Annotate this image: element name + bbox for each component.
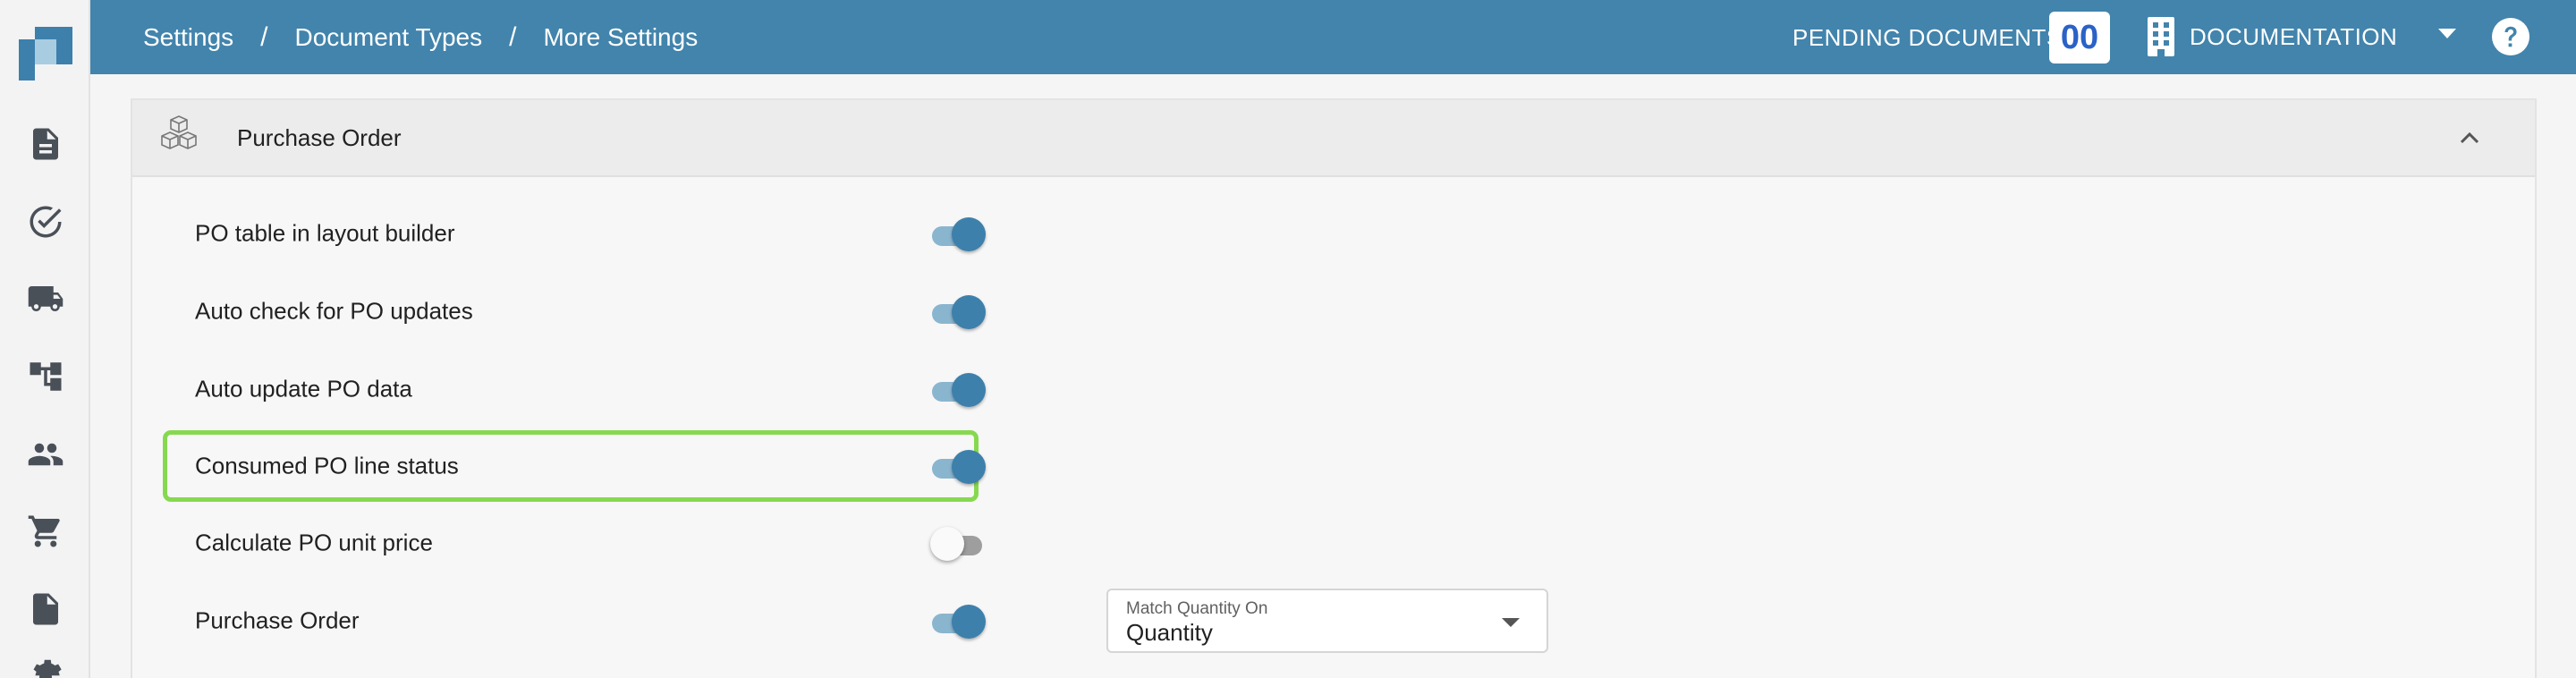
panel-title: Purchase Order (237, 124, 402, 151)
setting-row-calculate-price: Calculate PO unit price (166, 512, 982, 574)
breadcrumb-settings[interactable]: Settings (143, 23, 233, 52)
setting-label: Consumed PO line status (195, 452, 459, 479)
invoice-icon[interactable] (25, 589, 66, 630)
dropdown-arrow-icon (1502, 618, 1520, 627)
purchase-order-toggle[interactable] (930, 603, 986, 639)
cubes-icon (157, 113, 201, 157)
pending-documents-label: PENDING DOCUMENTS: (1792, 24, 2070, 51)
organization-name[interactable]: DOCUMENTATION (2190, 23, 2397, 51)
organization-dropdown-icon[interactable] (2438, 29, 2456, 38)
setting-row-auto-check: Auto check for PO updates (166, 280, 986, 343)
setting-row-consumed-status: Consumed PO line status (166, 435, 986, 497)
auto-update-toggle[interactable] (930, 371, 986, 407)
setting-label: Auto update PO data (195, 375, 412, 403)
hierarchy-icon[interactable] (25, 356, 66, 397)
truck-icon[interactable] (25, 278, 66, 319)
select-value: Quantity (1126, 619, 1213, 646)
building-icon (2144, 17, 2178, 56)
cart-icon[interactable] (25, 511, 66, 552)
breadcrumb-separator: / (509, 21, 517, 52)
calculate-price-toggle[interactable] (930, 525, 986, 561)
sidebar (0, 0, 90, 678)
setting-row-auto-update: Auto update PO data (166, 358, 986, 420)
setting-label: PO table in layout builder (195, 219, 455, 247)
chevron-up-icon[interactable] (2456, 125, 2483, 152)
setting-label: Auto check for PO updates (195, 297, 473, 325)
document-icon[interactable] (25, 123, 66, 165)
setting-row-po-table: PO table in layout builder (166, 202, 986, 265)
breadcrumb-separator: / (260, 21, 268, 52)
select-label: Match Quantity On (1126, 599, 1268, 618)
help-icon[interactable] (2491, 17, 2530, 56)
people-icon[interactable] (25, 434, 66, 475)
auto-check-toggle[interactable] (930, 293, 986, 329)
check-circle-icon[interactable] (25, 201, 66, 242)
po-table-toggle[interactable] (930, 216, 986, 251)
app-logo[interactable] (19, 27, 72, 81)
top-bar: Settings / Document Types / More Setting… (90, 0, 2576, 74)
breadcrumb-more-settings: More Settings (543, 22, 699, 51)
breadcrumb-document-types[interactable]: Document Types (295, 23, 483, 52)
setting-row-purchase-order: Purchase Order (166, 589, 986, 652)
setting-label: Calculate PO unit price (195, 529, 433, 556)
pending-documents-count[interactable]: 00 (2049, 12, 2110, 64)
setting-label: Purchase Order (195, 606, 360, 634)
match-quantity-select[interactable]: Match Quantity On Quantity (1106, 589, 1548, 653)
settings-icon[interactable] (25, 657, 66, 678)
panel-header[interactable]: Purchase Order (132, 100, 2535, 177)
breadcrumb: Settings / Document Types / More Setting… (143, 0, 698, 74)
consumed-status-toggle[interactable] (930, 448, 986, 484)
